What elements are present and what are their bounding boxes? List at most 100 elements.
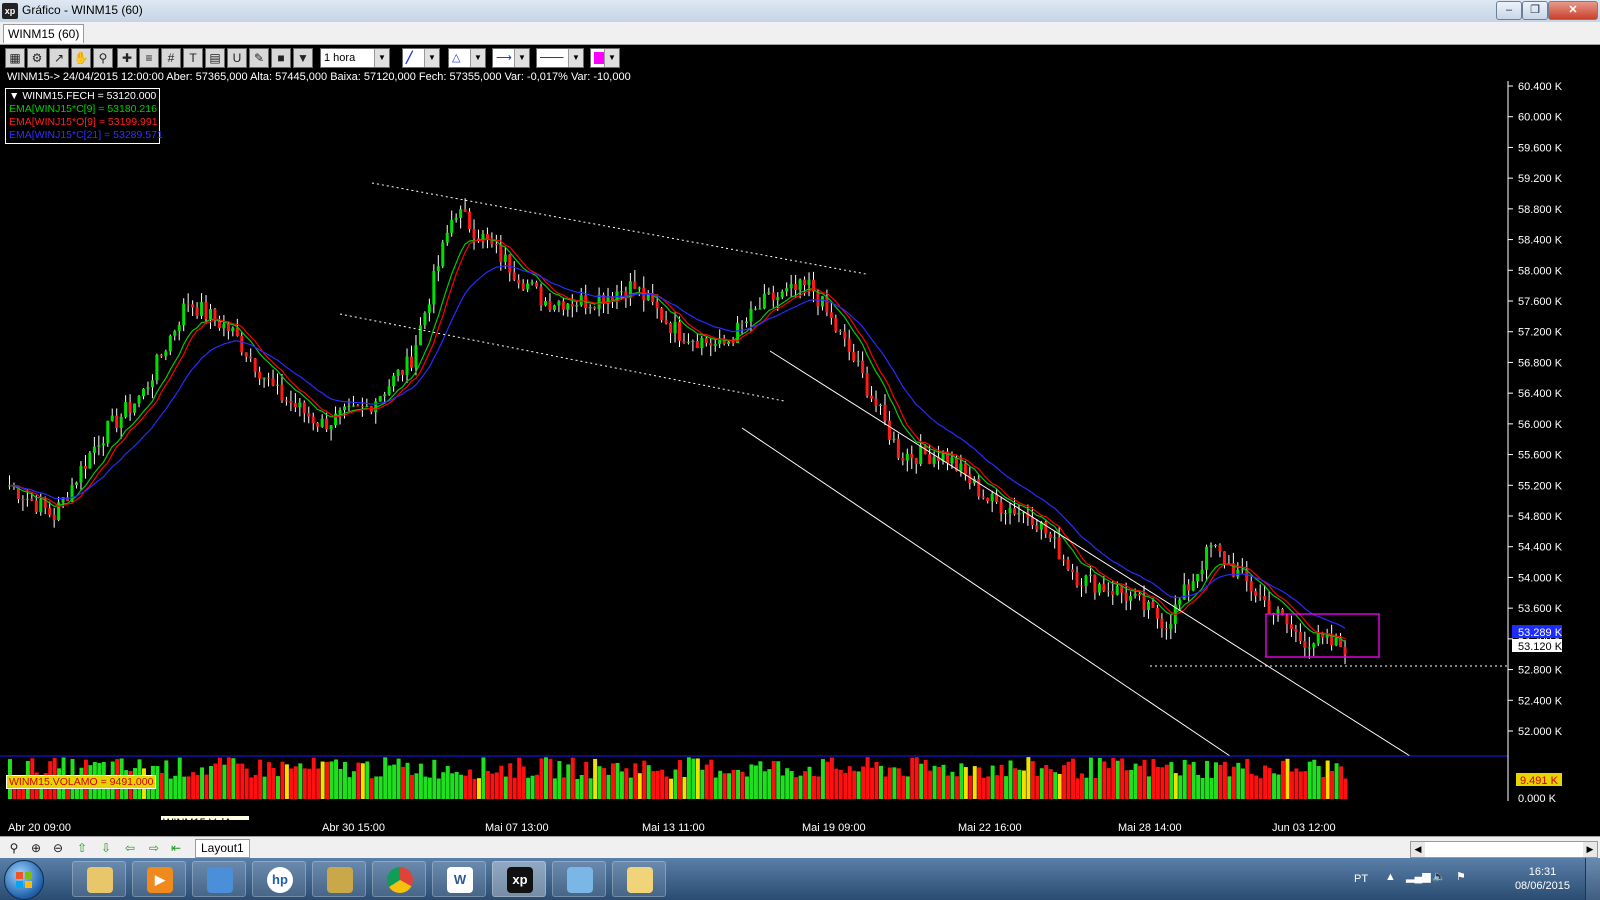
horizontal-scrollbar[interactable]: ◀ ▶	[1410, 841, 1598, 858]
candle-body	[709, 342, 713, 346]
taskbar-explorer[interactable]	[72, 861, 126, 897]
scroll-right-icon[interactable]: ▶	[1583, 842, 1597, 857]
volume-bar	[861, 766, 866, 799]
signal-icon[interactable]: ▂▄▆	[1406, 870, 1431, 883]
volume-bar	[360, 763, 365, 799]
zoom-out-icon[interactable]: ⊖	[50, 840, 66, 856]
zoom-icon[interactable]: ⚲	[93, 48, 113, 68]
flag-icon[interactable]: ⚑	[1456, 870, 1466, 883]
hand-icon[interactable]: ✋	[71, 48, 91, 68]
volume-bar	[293, 766, 298, 799]
taskbar-xp[interactable]: xp	[492, 861, 546, 897]
gear-icon[interactable]: ⚙	[27, 48, 47, 68]
volume-bar	[459, 774, 464, 799]
price-chart[interactable]: 60.400 K 60.000 K 59.600 K 59.200 K 58.800 K…	[0, 71, 1600, 821]
filter-icon[interactable]: ▼	[293, 48, 313, 68]
taskbar-hp[interactable]: hp	[252, 861, 306, 897]
arrow-right-icon[interactable]: ⇨	[146, 840, 162, 856]
taskbar-paint[interactable]	[612, 861, 666, 897]
volume-bar	[1155, 766, 1160, 799]
candle-body	[177, 325, 181, 331]
hp-logo-icon: hp	[267, 867, 293, 893]
tab-winm15-60[interactable]: WINM15 (60)	[3, 24, 85, 43]
taskbar-clock[interactable]: 16:31 08/06/2015	[1515, 865, 1570, 893]
show-desktop-button[interactable]	[1585, 858, 1600, 900]
tray-expand-icon[interactable]: ▲	[1385, 871, 1396, 883]
arrow-up-icon[interactable]: ⇧	[74, 840, 90, 856]
candle-body	[329, 425, 333, 430]
arrow-left-icon[interactable]: ⇦	[122, 840, 138, 856]
candle-body	[981, 496, 985, 498]
chart-type-icon[interactable]: ▦	[5, 48, 25, 68]
volume-bar	[351, 771, 356, 799]
go-to-start-icon[interactable]: ⇤	[168, 840, 184, 856]
volume-label: WINM15.VOLAMO = 9491.000	[6, 775, 157, 789]
candle-body	[686, 341, 690, 343]
timeframe-select[interactable]: 1 hora ▼	[320, 48, 390, 68]
start-button[interactable]	[4, 860, 44, 900]
volume-bar	[226, 757, 231, 799]
close-button[interactable]: ✕	[1548, 1, 1598, 20]
magnet-icon[interactable]: U	[227, 48, 247, 68]
candle-body	[338, 410, 342, 414]
candle-body	[856, 360, 860, 362]
candle-body	[1120, 586, 1124, 593]
fibonacci-tool-select[interactable]: ⟶ ▼	[492, 48, 530, 68]
volume-bar	[472, 778, 477, 799]
volume-bar	[1343, 778, 1348, 799]
shape-tool-select[interactable]: △ ▼	[448, 48, 486, 68]
candle-body	[454, 217, 458, 220]
candle-body	[588, 307, 592, 309]
arrow-down-icon[interactable]: ⇩	[98, 840, 114, 856]
volume-bar	[1088, 757, 1093, 799]
candle-body	[468, 211, 472, 229]
volume-bar	[633, 763, 638, 799]
taskbar-media-player[interactable]: ▶	[132, 861, 186, 897]
taskbar-chrome[interactable]	[372, 861, 426, 897]
candle-body	[1080, 585, 1083, 587]
speaker-icon[interactable]: 🔈	[1432, 870, 1446, 883]
volume-bar	[660, 769, 665, 799]
candle-body	[552, 305, 556, 310]
trend-tool-icon[interactable]: ↗	[49, 48, 69, 68]
line-style-select[interactable]: ─── ▼	[536, 48, 584, 68]
network-icon	[207, 867, 233, 893]
chart-toolbar: ▦ ⚙ ↗ ✋ ⚲ ✚ ≡ # T ▤ U ✎ ■ ▼ 1 hora ▼ ╱ ▼…	[0, 45, 1600, 71]
candle-body	[700, 338, 704, 349]
crosshair-icon[interactable]: ✚	[117, 48, 137, 68]
volume-bar	[1191, 761, 1196, 799]
candle-body	[1196, 574, 1200, 582]
taskbar-word[interactable]: W	[432, 861, 486, 897]
candle-body	[418, 325, 422, 346]
candle-body	[526, 283, 530, 290]
search-icon[interactable]: ⚲	[6, 840, 22, 856]
candle-body	[320, 418, 324, 427]
language-indicator[interactable]: PT	[1354, 873, 1368, 885]
volume-bar	[436, 778, 441, 799]
volume-bar	[887, 767, 892, 799]
minimize-button[interactable]: –	[1496, 1, 1522, 20]
taskbar-network[interactable]	[192, 861, 246, 897]
line-tool-select[interactable]: ╱ ▼	[402, 48, 440, 68]
taskbar-photos[interactable]	[552, 861, 606, 897]
maximize-button[interactable]: ❐	[1522, 1, 1548, 20]
volume-bar	[588, 778, 593, 799]
brush-icon[interactable]: ✎	[249, 48, 269, 68]
text-tool-icon[interactable]: T	[183, 48, 203, 68]
calculator-icon[interactable]: ▤	[205, 48, 225, 68]
candle-body	[441, 242, 445, 267]
color-select[interactable]: ▼	[590, 48, 620, 68]
zoom-in-icon[interactable]: ⊕	[28, 840, 44, 856]
horizontal-line-icon[interactable]: ≡	[139, 48, 159, 68]
taskbar-archive[interactable]	[312, 861, 366, 897]
volume-bar	[968, 775, 973, 799]
candle-body	[561, 301, 565, 310]
layout-tab[interactable]: Layout1	[195, 839, 250, 858]
volume-bar	[1151, 758, 1156, 799]
scroll-left-icon[interactable]: ◀	[1411, 842, 1425, 857]
candle-body	[798, 279, 802, 290]
lock-icon[interactable]: ■	[271, 48, 291, 68]
price-tick-label: 60.000 K	[1518, 112, 1563, 124]
volume-bar	[311, 757, 316, 799]
grid-icon[interactable]: #	[161, 48, 181, 68]
